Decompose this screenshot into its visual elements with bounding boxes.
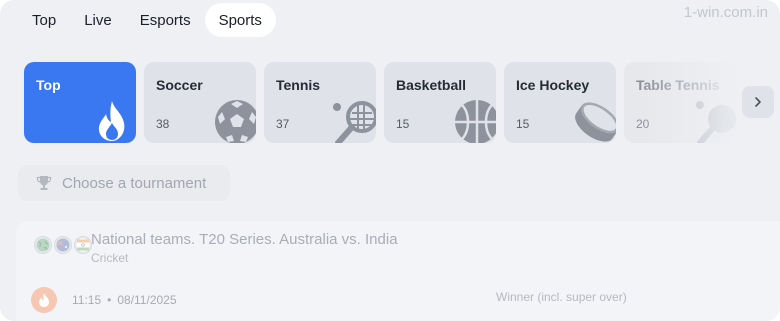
sport-card-table-tennis[interactable]: Table Tennis 20: [624, 62, 736, 143]
site-watermark: 1-win.com.in: [683, 4, 768, 21]
soccer-ball-icon: [215, 100, 256, 143]
chevron-right-icon: [755, 97, 761, 107]
sport-card-label: Top: [36, 77, 61, 93]
tennis-racket-icon: [333, 101, 376, 143]
sport-card-label: Table Tennis: [636, 77, 720, 93]
sport-card-soccer[interactable]: Soccer 38: [144, 62, 256, 143]
sport-card-ice-hockey[interactable]: Ice Hockey 15: [504, 62, 616, 143]
match-separator: •: [107, 293, 112, 307]
trophy-icon: [36, 176, 52, 190]
tournament-selector-label: Choose a tournament: [62, 174, 207, 192]
tournament-selector[interactable]: Choose a tournament: [18, 165, 230, 201]
sport-card-label: Ice Hockey: [516, 77, 590, 93]
sport-card-tennis[interactable]: Tennis 37: [264, 62, 376, 143]
match-time: 11:15: [72, 293, 102, 307]
tab-live[interactable]: Live: [70, 3, 126, 37]
sport-cards: Top Soccer 38 Tennis 37 Basketball 15 Ic…: [24, 62, 736, 143]
sport-card-label: Basketball: [396, 77, 467, 93]
sport-card-label: Tennis: [276, 77, 321, 93]
tab-top[interactable]: Top: [18, 3, 70, 37]
top-nav: Top Live Esports Sports: [18, 3, 276, 37]
globe-icon: [34, 236, 52, 254]
match-sport: Cricket: [91, 251, 129, 265]
india-flag-icon: [74, 236, 92, 254]
hockey-puck-icon: [575, 102, 616, 142]
fire-icon: [39, 293, 49, 307]
sport-card-count: 38: [156, 117, 170, 131]
match-row[interactable]: National teams. T20 Series. Australia vs…: [16, 221, 780, 321]
basketball-icon: [455, 100, 496, 143]
sport-card-basketball[interactable]: Basketball 15: [384, 62, 496, 143]
market-label: Winner (incl. super over): [496, 290, 627, 304]
tab-esports[interactable]: Esports: [126, 3, 205, 37]
sport-card-top[interactable]: Top: [24, 62, 136, 143]
hot-badge: [31, 287, 57, 313]
match-flags: [34, 236, 94, 254]
fire-icon: [98, 101, 125, 141]
sport-card-label: Soccer: [156, 77, 203, 93]
match-title: National teams. T20 Series. Australia vs…: [91, 231, 398, 248]
scroll-right-button[interactable]: [742, 86, 774, 118]
sport-card-count: 37: [276, 117, 290, 131]
sports-panel: Top Live Esports Sports 1-win.com.in Top…: [0, 0, 780, 321]
ping-pong-icon: [696, 101, 736, 143]
tab-sports[interactable]: Sports: [204, 3, 276, 37]
match-footer: 11:15 • 08/11/2025: [31, 287, 177, 313]
sport-card-count: 20: [636, 117, 650, 131]
australia-flag-icon: [54, 236, 72, 254]
match-date: 08/11/2025: [117, 293, 177, 307]
sport-card-count: 15: [516, 117, 530, 131]
sport-card-count: 15: [396, 117, 410, 131]
